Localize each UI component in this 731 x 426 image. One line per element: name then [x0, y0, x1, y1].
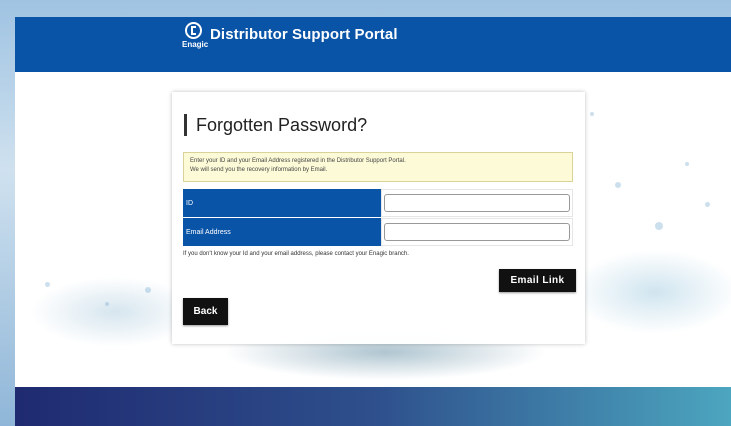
enagic-logo-icon: Enagic — [182, 22, 208, 50]
page-title: Forgotten Password? — [184, 114, 367, 136]
recovery-form: ID Email Address — [183, 189, 573, 247]
notice-line-2: We will send you the recovery informatio… — [190, 167, 328, 173]
back-button[interactable]: Back — [183, 298, 228, 325]
instructions-notice: Enter your ID and your Email Address reg… — [183, 152, 573, 182]
portal-header: Enagic Distributor Support Portal — [15, 17, 731, 72]
id-cell — [381, 189, 573, 217]
email-link-button[interactable]: Email Link — [499, 269, 576, 292]
email-row: Email Address — [183, 218, 573, 247]
id-row: ID — [183, 189, 573, 218]
logo-text: Enagic — [182, 40, 209, 49]
brand[interactable]: Enagic Distributor Support Portal — [182, 22, 398, 62]
contact-hint: If you don't know your Id and your email… — [183, 251, 409, 257]
forgotten-password-card: Forgotten Password? Enter your ID and yo… — [172, 92, 585, 344]
portal-footer — [15, 387, 731, 426]
notice-line-1: Enter your ID and your Email Address reg… — [190, 158, 406, 164]
email-input[interactable] — [384, 223, 570, 241]
email-cell — [381, 218, 573, 246]
id-label: ID — [183, 189, 381, 217]
portal-title: Distributor Support Portal — [210, 26, 398, 43]
id-input[interactable] — [384, 194, 570, 212]
email-label: Email Address — [183, 218, 381, 246]
